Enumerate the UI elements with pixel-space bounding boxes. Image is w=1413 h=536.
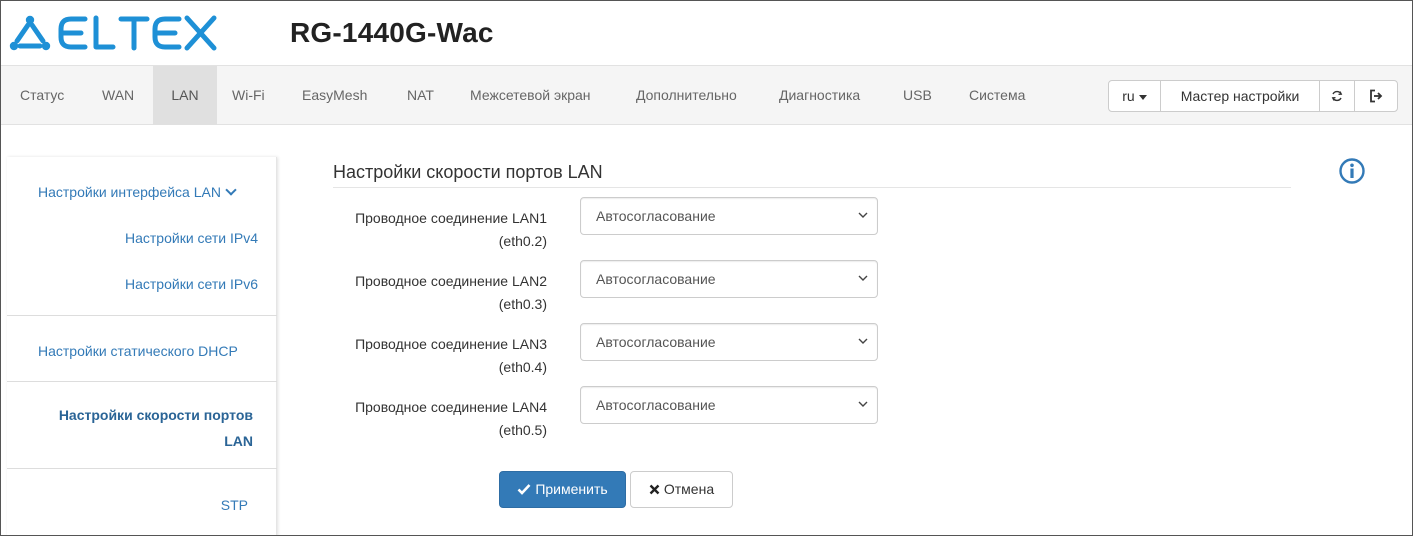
sidebar-item-stp[interactable]: STP xyxy=(221,497,248,513)
sidebar-item-port-speed-line2: LAN xyxy=(224,433,253,449)
chevron-down-icon xyxy=(858,401,868,407)
nav-tab-system[interactable]: Система xyxy=(959,66,1035,125)
main-navbar: Статус WAN LAN Wi-Fi EasyMesh NAT Межсет… xyxy=(1,65,1412,125)
lan3-speed-select[interactable]: Автосогласование xyxy=(580,323,878,361)
sidebar-item-port-speed[interactable]: Настройки скорости портов LAN xyxy=(23,402,253,454)
lan4-speed-value: Автосогласование xyxy=(596,397,716,413)
language-dropdown[interactable]: ru xyxy=(1108,80,1161,112)
nav-tab-usb[interactable]: USB xyxy=(893,66,942,125)
lan1-speed-value: Автосогласование xyxy=(596,208,716,224)
lan1-label-iface: (eth0.2) xyxy=(498,233,547,249)
sidebar-item-ipv6[interactable]: Настройки сети IPv6 xyxy=(125,276,258,292)
lan2-label-name: Проводное соединение LAN2 xyxy=(355,273,547,289)
lan2-label-iface: (eth0.3) xyxy=(498,296,547,312)
apply-button[interactable]: Применить xyxy=(499,471,626,508)
lan3-speed-value: Автосогласование xyxy=(596,334,716,350)
page-title: Настройки скорости портов LAN xyxy=(333,162,603,182)
lan1-label-name: Проводное соединение LAN1 xyxy=(355,210,547,226)
nav-tab-firewall[interactable]: Межсетевой экран xyxy=(460,66,601,125)
nav-tab-diagnostics[interactable]: Диагностика xyxy=(769,66,870,125)
close-icon xyxy=(649,484,660,495)
nav-tab-lan[interactable]: LAN xyxy=(153,66,217,125)
lan1-speed-select[interactable]: Автосогласование xyxy=(580,197,878,235)
device-model-title: RG-1440G-Wac xyxy=(290,17,494,48)
nav-tab-nat[interactable]: NAT xyxy=(397,66,444,125)
lan3-label-iface: (eth0.4) xyxy=(498,359,547,375)
cancel-button[interactable]: Отмена xyxy=(630,471,733,508)
logout-button[interactable] xyxy=(1354,80,1398,112)
lan2-label: Проводное соединение LAN2 (eth0.3) xyxy=(319,270,547,316)
lan4-speed-select[interactable]: Автосогласование xyxy=(580,386,878,424)
lan3-label-name: Проводное соединение LAN3 xyxy=(355,336,547,352)
refresh-button[interactable] xyxy=(1319,80,1355,112)
sidebar-section-dhcp: Настройки статического DHCP xyxy=(7,315,277,381)
lan2-speed-value: Автосогласование xyxy=(596,271,716,287)
app-window: RG-1440G-Wac Статус WAN LAN Wi-Fi EasyMe… xyxy=(0,0,1413,536)
info-icon[interactable] xyxy=(1338,157,1366,185)
eltex-logo xyxy=(9,15,217,51)
lan4-label: Проводное соединение LAN4 (eth0.5) xyxy=(319,396,547,442)
lan1-label: Проводное соединение LAN1 (eth0.2) xyxy=(319,207,547,253)
sidebar-item-ipv4[interactable]: Настройки сети IPv4 xyxy=(125,230,258,246)
sidebar-group-lan-interface[interactable]: Настройки интерфейса LAN xyxy=(38,184,237,200)
refresh-icon xyxy=(1331,91,1343,102)
lan2-speed-select[interactable]: Автосогласование xyxy=(580,260,878,298)
nav-tab-advanced[interactable]: Дополнительно xyxy=(626,66,747,125)
cancel-button-label: Отмена xyxy=(663,481,715,497)
nav-tab-easymesh[interactable]: EasyMesh xyxy=(292,66,377,125)
nav-tab-status[interactable]: Статус xyxy=(10,66,74,125)
sidebar-section-port-speed: Настройки скорости портов LAN xyxy=(7,381,277,468)
chevron-down-icon xyxy=(858,338,868,344)
chevron-down-icon xyxy=(225,184,237,196)
logout-icon xyxy=(1370,89,1383,103)
chevron-down-icon xyxy=(858,275,868,281)
chevron-down-icon xyxy=(858,212,868,218)
header: RG-1440G-Wac xyxy=(1,1,1412,65)
sidebar-item-port-speed-line1: Настройки скорости портов xyxy=(58,407,253,423)
checkmark-icon xyxy=(517,484,531,496)
sidebar-section-stp: STP xyxy=(7,468,277,535)
caret-down-icon xyxy=(1138,94,1147,100)
language-value: ru xyxy=(1122,88,1135,104)
sidebar-group-label: Настройки интерфейса LAN xyxy=(38,184,221,200)
sidebar-item-static-dhcp[interactable]: Настройки статического DHCP xyxy=(38,343,238,359)
setup-wizard-button[interactable]: Мастер настройки xyxy=(1160,80,1320,112)
nav-tab-wan[interactable]: WAN xyxy=(92,66,144,125)
lan4-label-name: Проводное соединение LAN4 xyxy=(355,399,547,415)
lan4-label-iface: (eth0.5) xyxy=(498,422,547,438)
sidebar: Настройки интерфейса LAN Настройки сети … xyxy=(7,157,277,535)
nav-tab-wifi[interactable]: Wi-Fi xyxy=(222,66,275,125)
title-divider xyxy=(333,187,1291,188)
apply-button-label: Применить xyxy=(535,481,608,497)
lan3-label: Проводное соединение LAN3 (eth0.4) xyxy=(319,333,547,379)
